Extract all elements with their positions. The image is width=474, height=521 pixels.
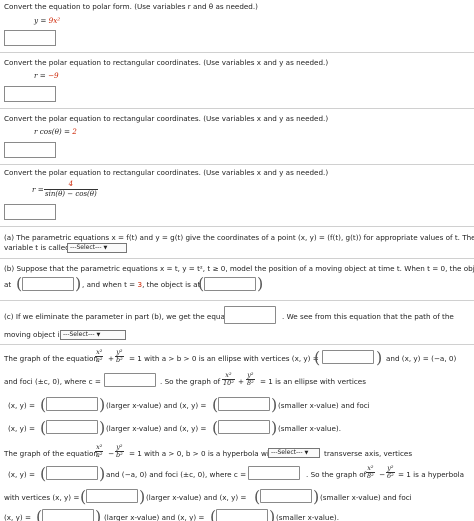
q3-answer-box[interactable]	[4, 142, 56, 158]
paren: (	[314, 348, 321, 367]
qd-intro: The graph of the equation	[4, 354, 98, 363]
q2-answer-box[interactable]	[4, 86, 56, 102]
qc-path-select[interactable]: ---Select--- ▼	[60, 330, 126, 340]
qe-focus-large-input[interactable]	[42, 509, 94, 521]
qe-vertex-small-input[interactable]	[260, 489, 312, 503]
qe-vertex-input[interactable]	[46, 466, 98, 480]
qd-xy: (x, y) =	[8, 401, 35, 410]
qd-vertex-large-input[interactable]	[46, 397, 98, 411]
paren: )	[75, 274, 82, 293]
qc-line1b: . We see from this equation that the pat…	[282, 312, 454, 321]
divider	[0, 344, 474, 345]
paren: )	[271, 418, 278, 437]
paren: )	[139, 487, 146, 506]
qd-focus-small-input[interactable]	[218, 420, 270, 434]
q1-prompt: Convert the equation to polar form. (Use…	[4, 2, 258, 11]
qd-vertex-small-input[interactable]	[218, 397, 270, 411]
paren: )	[271, 395, 278, 414]
paren: )	[99, 464, 106, 483]
q2-prompt: Convert the polar equation to rectangula…	[4, 58, 329, 67]
qb-mid: , and when t = 3, the object is at	[82, 280, 201, 289]
divider	[0, 52, 474, 53]
qd-foci: and foci (±c, 0), where c =	[4, 377, 101, 386]
qa-line1: (a) The parametric equations x = f(t) an…	[4, 233, 474, 242]
qe-so: . So the graph of	[306, 470, 367, 479]
qd-plus: +	[108, 354, 115, 363]
paren: )	[257, 274, 264, 293]
qb-position-t3-input[interactable]	[204, 277, 256, 291]
paren: )	[269, 507, 276, 521]
qd-plus2: +	[238, 377, 245, 386]
qd-smaller2: (smaller x-value).	[278, 424, 341, 433]
divider	[0, 226, 474, 227]
qe-minus2: −	[379, 470, 386, 479]
q4-lhs: r =	[32, 185, 44, 194]
qd-larger2: (larger x-value) and (x, y) =	[106, 424, 207, 433]
q4-frac-num: 4	[44, 180, 98, 190]
paren: )	[95, 507, 102, 521]
qe-vertex-large-input[interactable]	[86, 489, 138, 503]
qe-with-vertices: with vertices (x, y) =	[4, 493, 80, 502]
divider	[0, 258, 474, 259]
q4-prompt: Convert the polar equation to rectangula…	[4, 168, 329, 177]
qd-vertex-input[interactable]	[322, 350, 374, 364]
qe-c-input[interactable]	[248, 466, 300, 480]
qe-larger: (larger x-value) and (x, y) =	[146, 493, 247, 502]
qc-line2: moving object is	[4, 330, 64, 339]
qd-frac1: x² a²	[95, 348, 104, 364]
qd-xy2: (x, y) =	[8, 424, 35, 433]
q2-equation: r = −9	[34, 71, 59, 80]
qe-frac1: x² a²	[95, 443, 104, 459]
qd-c-input[interactable]	[104, 373, 156, 387]
qd-smaller-foci: (smaller x-value) and foci	[278, 401, 370, 410]
qe-larger2: (larger x-value) and (x, y) =	[104, 513, 205, 521]
qe-axis-select[interactable]: ---Select--- ▼	[268, 448, 320, 458]
qb-position-t0-input[interactable]	[22, 277, 74, 291]
qe-transverse: transverse axis, vertices	[324, 449, 413, 458]
qe-cond: = 1 with a > 0, b > 0 is a hyperbola wit…	[129, 449, 277, 458]
qe-smaller-foci: (smaller x-value) and foci	[320, 493, 412, 502]
qe-f1: x² 8²	[366, 464, 375, 480]
qd-cond: = 1 with a > b > 0 is an ellipse with ve…	[129, 354, 319, 363]
paren: )	[99, 395, 106, 414]
qd-f2: y² 8²	[246, 371, 255, 387]
qb-line1: (b) Suppose that the parametric equation…	[4, 264, 474, 273]
qb-at: at	[4, 280, 12, 289]
qa-line2: variable t is called	[4, 243, 70, 252]
divider	[0, 108, 474, 109]
qc-equation-input[interactable]	[224, 306, 276, 324]
q3-prompt: Convert the polar equation to rectangula…	[4, 114, 329, 123]
qe-is-hyper: = 1 is a hyperbola	[398, 470, 464, 479]
qe-xy2: (x, y) =	[4, 513, 31, 521]
qd-is-ellipse: = 1 is an ellipse with vertices	[260, 377, 366, 386]
qc-line1: (c) If we eliminate the parameter in par…	[4, 312, 239, 321]
q4-fraction: 4 sin(θ) − cos(θ)	[44, 180, 98, 199]
qe-intro: The graph of the equation	[4, 449, 98, 458]
divider	[0, 300, 474, 301]
qd-frac2: y² b²	[115, 348, 124, 364]
divider	[0, 164, 474, 165]
q1-equation: y = 9x²	[34, 16, 61, 25]
paren: )	[376, 348, 383, 367]
qe-focus-small-input[interactable]	[216, 509, 268, 521]
qe-frac2: y² b²	[115, 443, 124, 459]
paren: )	[99, 418, 106, 437]
qa-term-select[interactable]: ---Select--- ▼	[67, 243, 127, 253]
qe-xy: (x, y) =	[8, 470, 35, 479]
qd-focus-large-input[interactable]	[46, 420, 98, 434]
qe-minus: −	[108, 449, 115, 458]
q3-equation: r cos(θ) = 2	[34, 127, 77, 136]
qe-and-foci: and (−a, 0) and foci (±c, 0), where c =	[106, 470, 247, 479]
qd-f1: x² 10²	[222, 371, 235, 387]
qd-larger: (larger x-value) and (x, y) =	[106, 401, 207, 410]
paren: )	[313, 487, 320, 506]
qe-smaller2: (smaller x-value).	[276, 513, 339, 521]
qd-so: . So the graph of	[160, 377, 221, 386]
q4-answer-box[interactable]	[4, 204, 56, 220]
q4-frac-den: sin(θ) − cos(θ)	[45, 190, 97, 198]
q1-answer-box[interactable]	[4, 30, 56, 46]
qe-f2: y² 6²	[386, 464, 395, 480]
qd-and-vertex: and (x, y) = (−a, 0)	[386, 354, 457, 363]
